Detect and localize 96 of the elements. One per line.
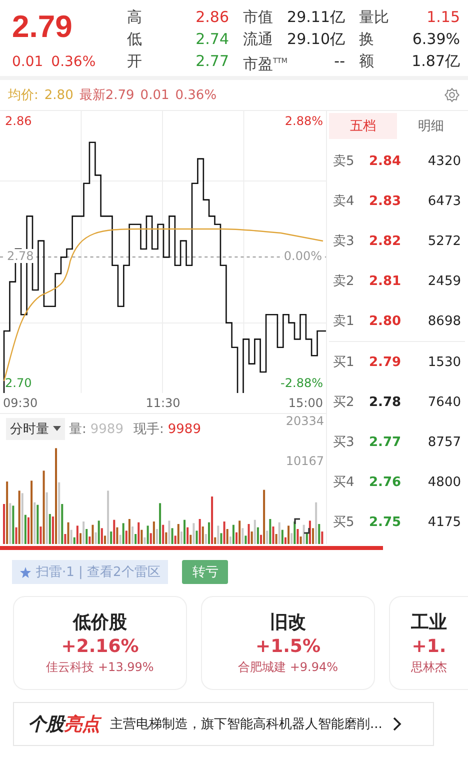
sector-change: +1. <box>412 636 446 657</box>
level-label: 买5 <box>333 514 356 531</box>
sector-card[interactable]: 低价股 +2.16% 佳云科技 +13.99% <box>13 596 187 690</box>
level-label: 卖2 <box>333 273 356 290</box>
time-label: 15:00 <box>288 395 323 412</box>
order-book-tab[interactable]: 明细 <box>397 113 465 139</box>
level-volume: 8757 <box>426 434 461 450</box>
level-price: 2.75 <box>369 514 402 530</box>
sector-name: 低价股 <box>73 611 127 634</box>
level-price: 2.79 <box>369 354 402 370</box>
stat-label: 量比 <box>359 7 389 28</box>
highlight-title: 个股 <box>28 713 64 736</box>
stat-value: 2.74 <box>196 29 229 50</box>
volume-value: 9989 <box>90 422 124 436</box>
stat-value: 29.11亿 <box>287 7 345 28</box>
sector-change: +2.16% <box>61 636 139 657</box>
axis-label: 2.86 <box>5 114 32 128</box>
stat-value: 6.39% <box>412 29 460 50</box>
stat-label: 市盈$^{TTM}$ <box>243 54 288 72</box>
stat-label: 市值 <box>243 7 273 28</box>
axis-label: 2.78 <box>6 249 35 263</box>
level-price: 2.77 <box>369 434 402 450</box>
sector-change: +1.5% <box>255 636 320 657</box>
axis-label: -2.88% <box>280 376 323 390</box>
level-volume: 8698 <box>426 314 461 328</box>
level-price: 2.80 <box>369 314 402 328</box>
expand-icon[interactable] <box>292 516 312 536</box>
level-volume: 6473 <box>426 194 461 208</box>
level-volume: 4320 <box>426 154 461 168</box>
stat-value: 2.86 <box>196 7 229 28</box>
level-label: 买1 <box>333 354 356 371</box>
axis-label: 20334 <box>286 414 324 428</box>
level-label: 卖1 <box>333 313 356 330</box>
sector-leader: 思林杰 <box>411 659 447 676</box>
level-price: 2.82 <box>369 234 402 248</box>
axis-label: 10167 <box>286 454 324 468</box>
level-volume: 4175 <box>426 514 461 530</box>
percent-change: 0.36% <box>51 54 96 70</box>
highlight-text: 主营电梯制造，旗下智能高科机器人智能磨削... <box>110 716 382 733</box>
latest-change: 0.01 <box>140 88 170 102</box>
status-tag: 转亏 <box>182 560 228 584</box>
stat-value: 2.77 <box>196 51 229 72</box>
order-book-tab[interactable]: 五档 <box>329 113 397 139</box>
sector-card[interactable]: 工业 +1. 思林杰 <box>389 596 468 690</box>
level-volume: 1530 <box>426 354 461 370</box>
current-hand-value: 9989 <box>168 422 201 436</box>
chevron-right-icon <box>392 717 402 731</box>
level-volume: 5272 <box>426 234 461 248</box>
sector-card[interactable]: 旧改 +1.5% 合肥城建 +9.94% <box>201 596 375 690</box>
time-label: 09:30 <box>3 395 38 412</box>
level-price: 2.78 <box>369 394 402 410</box>
level-price: 2.81 <box>369 274 402 288</box>
stat-label: 低 <box>127 29 142 50</box>
axis-label: 0.00% <box>282 249 323 263</box>
sector-leader: 合肥城建 +9.94% <box>238 659 338 676</box>
stat-label: 换 <box>359 29 374 50</box>
stat-value: 1.87亿 <box>412 51 460 72</box>
level-label: 卖5 <box>333 153 356 170</box>
average-label: 均价: <box>8 87 38 104</box>
highlight-banner[interactable]: 个股亮点 主营电梯制造，旗下智能高科机器人智能磨削... <box>13 702 434 746</box>
level-label: 买3 <box>333 434 356 451</box>
level-price: 2.76 <box>369 474 402 490</box>
volume-selector[interactable]: 分时量 <box>6 418 65 440</box>
level-label: 买4 <box>333 474 356 491</box>
time-label: 11:30 <box>146 395 180 412</box>
sector-name: 工业 <box>411 611 447 634</box>
volume-label: 量: <box>69 421 86 438</box>
stat-value: -- <box>334 51 345 72</box>
level-volume: 2459 <box>426 274 461 288</box>
current-hand-label: 现手: <box>133 421 164 438</box>
level-price: 2.83 <box>369 194 402 208</box>
sector-name: 旧改 <box>270 611 306 634</box>
level-volume: 7640 <box>426 394 461 410</box>
highlight-title: 亮点 <box>64 713 100 736</box>
stat-value: 1.15 <box>426 7 460 28</box>
level-price: 2.84 <box>369 154 402 168</box>
settings-icon[interactable] <box>444 87 460 103</box>
level-label: 卖4 <box>333 193 356 210</box>
level-label: 买2 <box>333 394 356 411</box>
caret-icon <box>53 426 61 432</box>
latest-price: 最新2.79 <box>79 87 134 104</box>
stat-label: 开 <box>127 51 142 72</box>
star-icon <box>20 566 31 578</box>
level-volume: 4800 <box>426 474 461 490</box>
price-change: 0.01 <box>12 54 44 70</box>
axis-label: 2.88% <box>284 114 323 128</box>
level-label: 卖3 <box>333 233 356 250</box>
stat-value: 29.10亿 <box>287 29 345 50</box>
average-price: 2.80 <box>44 88 74 102</box>
stat-label: 流通 <box>243 29 273 50</box>
sector-leader: 佳云科技 +13.99% <box>46 659 154 676</box>
stat-label: 额 <box>359 51 374 72</box>
last-price: 2.79 <box>12 8 74 46</box>
axis-label: 2.70 <box>5 376 32 390</box>
stat-label: 高 <box>127 7 142 28</box>
latest-percent: 0.36% <box>175 88 217 102</box>
